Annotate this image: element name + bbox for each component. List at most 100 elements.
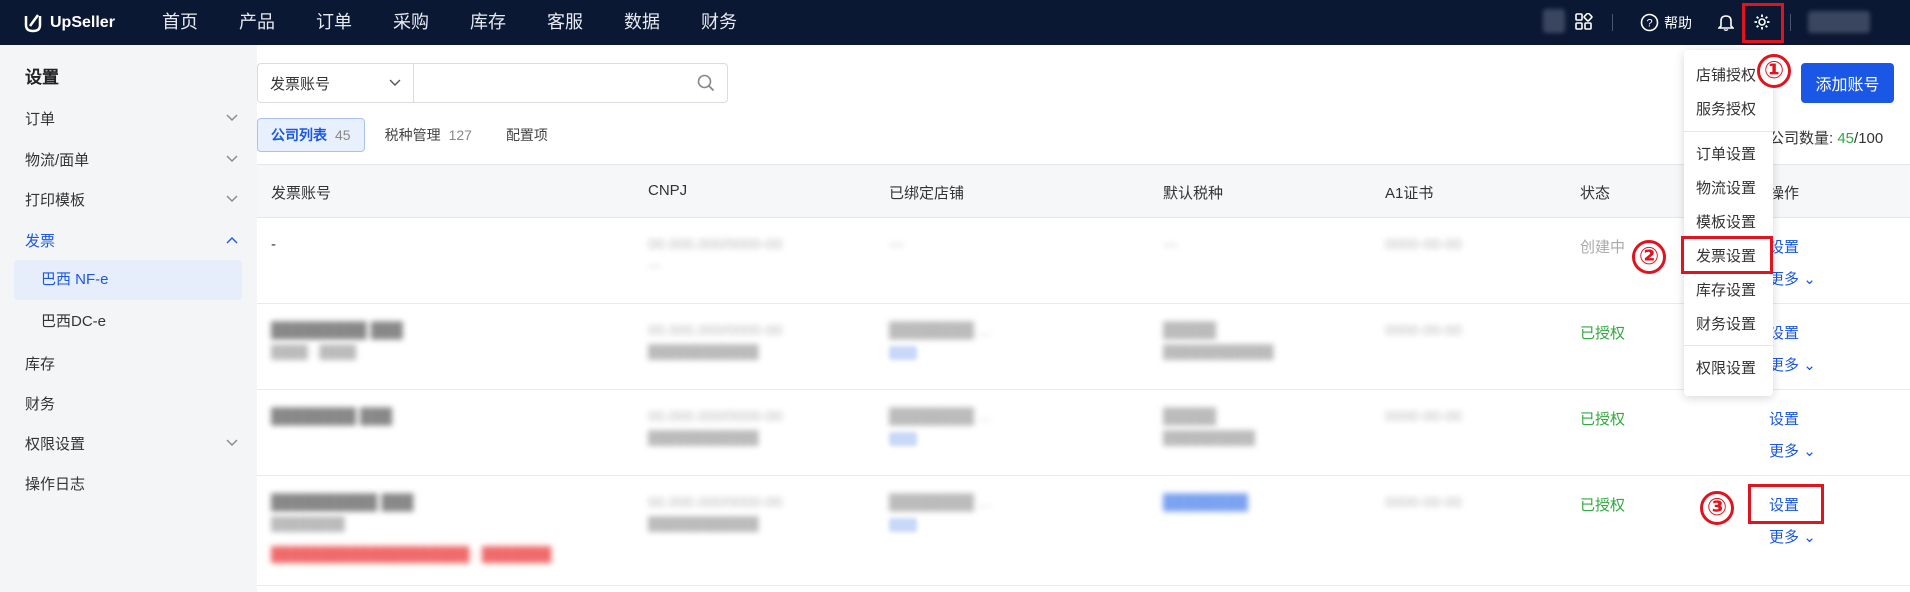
sidebar-item-label: 物流/面单 <box>25 151 90 169</box>
search-icon[interactable] <box>697 74 715 92</box>
cell-cnpj-sub-blurred: — <box>648 258 661 273</box>
cell-account-blurred: ██████████ ███ <box>271 494 414 511</box>
menu-item-permission-settings[interactable]: 权限设置 <box>1696 357 1756 378</box>
chevron-down-icon <box>226 195 238 202</box>
sidebar-item-operation-log[interactable]: 操作日志 <box>25 472 238 494</box>
menu-item-logistics-settings[interactable]: 物流设置 <box>1696 177 1756 198</box>
menu-item-order-settings[interactable]: 订单设置 <box>1696 143 1756 164</box>
select-value: 发票账号 <box>270 75 331 93</box>
topbar-divider <box>1612 14 1613 31</box>
row-more-link[interactable]: 更多 ⌄ <box>1769 268 1816 289</box>
nav-finance[interactable]: 财务 <box>701 0 737 45</box>
blurred-shop-icon[interactable] <box>1543 9 1565 33</box>
brand-name: UpSeller <box>50 14 115 31</box>
top-navbar: UpSeller 首页 产品 订单 采购 库存 客服 数据 财务 ? 帮助 <box>0 0 1910 45</box>
menu-item-service-auth[interactable]: 服务授权 <box>1696 98 1756 119</box>
cell-tax-blurred: █████ <box>1163 408 1217 425</box>
nav-purchasing[interactable]: 采购 <box>393 0 429 45</box>
search-box <box>413 63 728 103</box>
cell-cnpj-sub-blurred: ████████████ <box>648 516 759 531</box>
row-more-link[interactable]: 更多 ⌄ <box>1769 526 1816 547</box>
tab-tax-management[interactable]: 税种管理 127 <box>371 118 486 152</box>
main-nav: 首页 产品 订单 采购 库存 客服 数据 财务 <box>162 0 778 45</box>
cell-tax-blurred: ████████ <box>1163 494 1249 511</box>
row-settings-link[interactable]: 设置 <box>1769 322 1799 343</box>
tab-company-list[interactable]: 公司列表 45 <box>257 118 365 152</box>
more-label: 更多 <box>1769 529 1800 546</box>
tab-label: 配置项 <box>505 127 548 143</box>
settings-dropdown-menu: 店铺授权 服务授权 订单设置 物流设置 模板设置 发票设置 库存设置 财务设置 … <box>1684 50 1773 396</box>
cell-cnpj-blurred: 00.000.000/0000-00 <box>648 322 783 339</box>
col-cnpj: CNPJ <box>648 182 688 199</box>
annotation-step-1: ① <box>1757 54 1791 88</box>
cell-cnpj-sub-blurred: ████████████ <box>648 430 759 445</box>
cell-shops-blurred: — <box>889 236 904 253</box>
blurred-user-avatar[interactable] <box>1808 11 1870 33</box>
nav-customer-service[interactable]: 客服 <box>547 0 583 45</box>
sidebar-item-label: 发票 <box>25 232 56 250</box>
nav-data[interactable]: 数据 <box>624 0 660 45</box>
list-tabs: 公司列表 45 税种管理 127 配置项 <box>257 118 562 152</box>
chevron-down-icon <box>226 114 238 121</box>
col-bound-shops: 已绑定店铺 <box>889 185 965 202</box>
add-account-button[interactable]: 添加账号 <box>1801 63 1894 103</box>
row-settings-link[interactable]: 设置 <box>1769 408 1799 429</box>
row-more-link[interactable]: 更多 ⌄ <box>1769 354 1816 375</box>
tab-count: 45 <box>335 127 351 143</box>
chevron-down-icon <box>226 439 238 446</box>
brand-logo[interactable]: UpSeller <box>22 11 115 35</box>
annotation-box-invoice-settings <box>1681 236 1773 274</box>
chevron-down-icon: ⌄ <box>1803 529 1816 546</box>
col-actions: 操作 <box>1769 185 1800 202</box>
tab-label: 税种管理 <box>384 127 441 143</box>
annotation-step-2: ② <box>1632 240 1666 274</box>
sidebar-item-print-templates[interactable]: 打印模板 <box>25 188 238 210</box>
search-input[interactable] <box>414 64 684 102</box>
row-more-link[interactable]: 更多 ⌄ <box>1769 440 1816 461</box>
menu-item-shop-auth[interactable]: 店铺授权 <box>1696 64 1756 85</box>
cell-account-sub-blurred: ████████ <box>271 516 345 531</box>
sidebar-subitem-brazil-dce[interactable]: 巴西DC-e <box>14 302 242 342</box>
company-count-max: 100 <box>1858 130 1884 147</box>
nav-orders[interactable]: 订单 <box>316 0 352 45</box>
cell-shops-tag <box>889 346 917 364</box>
sidebar-item-finance[interactable]: 财务 <box>25 392 238 414</box>
cell-error-message-blurred: ████████████████████ · ███████ <box>271 546 552 562</box>
company-count: 公司数量: 45/100 <box>1769 127 1883 148</box>
sidebar-item-permissions[interactable]: 权限设置 <box>25 432 238 454</box>
cell-shops-tag <box>889 518 917 536</box>
help-label: 帮助 <box>1664 14 1692 31</box>
menu-item-finance-settings[interactable]: 财务设置 <box>1696 313 1756 334</box>
chevron-down-icon: ⌄ <box>1803 443 1816 460</box>
apps-grid-icon[interactable] <box>1572 10 1596 34</box>
row-settings-link[interactable]: 设置 <box>1769 236 1799 257</box>
cell-cnpj-blurred: 00.000.000/0000-00 <box>648 494 783 511</box>
chevron-down-icon: ⌄ <box>1803 357 1816 374</box>
sidebar-item-invoice[interactable]: 发票 <box>25 229 238 251</box>
sidebar-item-label: 财务 <box>25 395 56 413</box>
cell-shops-blurred: ████████ ... <box>889 322 991 339</box>
chevron-down-icon <box>389 79 401 86</box>
chevron-up-icon <box>226 237 238 244</box>
sidebar-subitem-brazil-nfe[interactable]: 巴西 NF-e <box>14 260 242 300</box>
nav-products[interactable]: 产品 <box>239 0 275 45</box>
annotation-box-row-settings <box>1748 484 1824 524</box>
sidebar-item-orders[interactable]: 订单 <box>25 107 238 129</box>
sidebar-item-inventory[interactable]: 库存 <box>25 352 238 374</box>
upseller-logo-icon <box>24 14 42 33</box>
account-type-select[interactable]: 发票账号 <box>257 63 414 103</box>
help-button[interactable]: ? 帮助 <box>1640 0 1692 45</box>
bell-icon[interactable] <box>1714 10 1738 34</box>
tab-config[interactable]: 配置项 <box>492 118 562 152</box>
cell-status: 创建中 <box>1580 239 1626 256</box>
main-content: 发票账号 公司列表 45 税种管理 127 配置项 添加账号 公司数量: 45/… <box>257 45 1910 592</box>
sidebar-item-logistics[interactable]: 物流/面单 <box>25 148 238 170</box>
nav-home[interactable]: 首页 <box>162 0 198 45</box>
more-label: 更多 <box>1769 357 1800 374</box>
menu-item-inventory-settings[interactable]: 库存设置 <box>1696 279 1756 300</box>
nav-inventory[interactable]: 库存 <box>470 0 506 45</box>
cell-shops-blurred: ████████ ... <box>889 494 991 511</box>
tab-count: 127 <box>448 127 472 143</box>
menu-item-template-settings[interactable]: 模板设置 <box>1696 211 1756 232</box>
cell-account-blurred: ████████ ███ <box>271 408 393 425</box>
